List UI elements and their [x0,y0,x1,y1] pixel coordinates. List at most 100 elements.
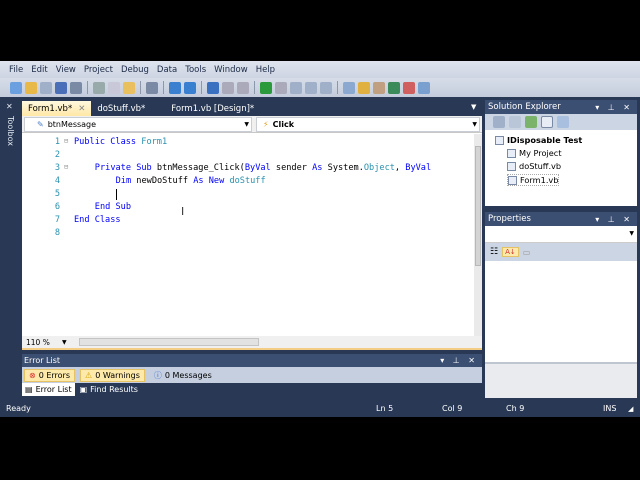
project-icon [495,135,504,145]
menu-data[interactable]: Data [157,65,177,75]
panel-controls[interactable]: ▾ ⊥ ✕ [595,103,633,112]
toolbar-separator [201,81,202,94]
menu-view[interactable]: View [56,65,76,75]
code-token: End Class [74,215,121,225]
code-area[interactable]: 1 ⊟ Public Class Form1 2 3 ⊟ Private Sub btnMe… [22,134,474,336]
toolbar-button-icon[interactable] [207,81,219,94]
toolbar-button-icon[interactable] [146,81,158,94]
solution-item[interactable]: My Project [507,148,562,158]
text-caret [115,189,117,200]
tab-error-list[interactable]: ▤ Error List [22,383,75,396]
toolbar-button-icon[interactable] [108,81,120,94]
horizontal-scrollbar[interactable] [78,338,259,346]
toolbar-button-icon[interactable] [320,81,332,94]
code-editor[interactable]: ✎ btnMessage ▼ ⚡ Click ▼ 1 ⊟ Public Class … [22,116,482,350]
code-token: ByVal [405,163,432,173]
doc-tab[interactable]: doStuff.vb* [91,101,151,116]
properties-icon[interactable] [493,116,505,128]
document-tabs: Form1.vb* ✕ doStuff.vb* Form1.vb [Design]* [22,100,482,116]
outline-margin [64,176,74,189]
toolbar-button-icon[interactable] [237,81,249,94]
object-dropdown[interactable]: ✎ btnMessage ▼ [24,117,252,132]
solution-explorer: Solution Explorer ▾ ⊥ ✕ IDisposable Test… [485,100,637,206]
bottom-tabs: ▤ Error List ▣ Find Results [22,383,482,396]
toolbar-button-icon[interactable] [169,81,181,94]
event-dropdown[interactable]: ⚡ Click ▼ [256,117,480,132]
zoom-level[interactable]: 110 % [26,338,62,347]
doc-tab-label: Form1.vb [Design]* [171,103,255,114]
toolbar-button-icon[interactable] [10,81,22,94]
tab-list-dropdown[interactable]: ▼ [471,103,476,111]
solution-item[interactable]: Form1.vb [507,174,560,186]
code-token: Private Sub [94,163,157,173]
panel-controls[interactable]: ▾ ⊥ ✕ [595,215,633,224]
doc-tab[interactable]: Form1.vb [Design]* [165,101,260,116]
toolbar-button-icon[interactable] [403,81,415,94]
toolbar-button-icon[interactable] [70,81,82,94]
doc-tab[interactable]: Form1.vb* ✕ [22,101,92,116]
toolbar-button-icon[interactable] [373,81,385,94]
warning-icon: ⚠ [85,370,93,380]
menu-edit[interactable]: Edit [31,65,47,75]
collapse-icon[interactable]: ⊟ [64,163,74,176]
messages-count: 0 Messages [164,370,212,380]
toolbar-button-icon[interactable] [418,81,430,94]
toolbar-button-icon[interactable] [343,81,355,94]
resize-grip-icon[interactable]: ◢ [628,405,633,413]
vb-file-icon [508,175,517,185]
show-all-files-icon[interactable] [509,116,521,128]
solution-item[interactable]: IDisposable Test [495,135,582,145]
solution-item[interactable]: doStuff.vb [507,161,561,171]
categorized-icon[interactable]: ☷ [490,247,498,257]
close-tab-icon[interactable]: ✕ [78,104,85,114]
messages-filter-button[interactable]: ⓘ 0 Messages [150,369,216,382]
menu-tools[interactable]: Tools [185,65,206,75]
solution-item-label: Form1.vb [520,175,559,185]
toolbar-button-icon[interactable] [290,81,302,94]
my-project-icon [507,148,516,158]
view-designer-icon[interactable] [557,116,569,128]
solution-explorer-title: Solution Explorer [488,102,561,112]
toolbar-separator [163,81,164,94]
code-token: Form1 [141,137,168,147]
toolbar-separator [140,81,141,94]
toolbar-button-icon[interactable] [25,81,37,94]
refresh-icon[interactable] [525,116,537,128]
toolbar-button-icon[interactable] [388,81,400,94]
toolbar-button-icon[interactable] [40,81,52,94]
errors-filter-button[interactable]: ⊗ 0 Errors [24,368,76,382]
menu-debug[interactable]: Debug [121,65,149,75]
toolbar-button-icon[interactable] [275,81,287,94]
toolbar-button-icon[interactable] [55,81,67,94]
warnings-filter-button[interactable]: ⚠ 0 Warnings [80,368,145,382]
find-results-icon: ▣ [79,385,88,394]
menu-help[interactable]: Help [256,65,275,75]
object-selector[interactable]: ▼ [485,226,637,243]
vertical-scrollbar[interactable] [474,134,482,336]
toolbar-button-icon[interactable] [184,81,196,94]
code-token: End Sub [94,202,132,212]
toolbar-button-icon[interactable] [123,81,135,94]
outline-margin [64,189,74,202]
toolbar-button-icon[interactable] [305,81,317,94]
line-number: 7 [54,215,60,225]
code-line: 5 [22,189,117,202]
menu-file[interactable]: File [9,65,23,75]
toolbar-button-icon[interactable] [358,81,370,94]
toolbar-button-icon[interactable] [222,81,234,94]
menu-project[interactable]: Project [84,65,113,75]
zoom-dropdown-icon[interactable]: ▼ [62,339,67,346]
alphabetical-icon[interactable]: A↓ [502,247,519,257]
toolbox-strip[interactable]: ✕ Toolbox [2,100,20,160]
toolbar-button-icon[interactable] [260,81,272,94]
tab-find-results[interactable]: ▣ Find Results [77,383,141,396]
status-line: Ln 5 [376,404,394,413]
view-code-icon[interactable] [541,116,553,128]
panel-controls[interactable]: ▾ ⊥ ✕ [440,356,478,365]
menu-window[interactable]: Window [214,65,248,75]
error-list-header: Error List ▾ ⊥ ✕ [22,354,482,367]
property-pages-icon[interactable]: ▭ [523,248,531,257]
toolbar-button-icon[interactable] [93,81,105,94]
horizontal-bar: 110 % ▼ [22,336,482,348]
collapse-icon[interactable]: ⊟ [64,137,74,150]
